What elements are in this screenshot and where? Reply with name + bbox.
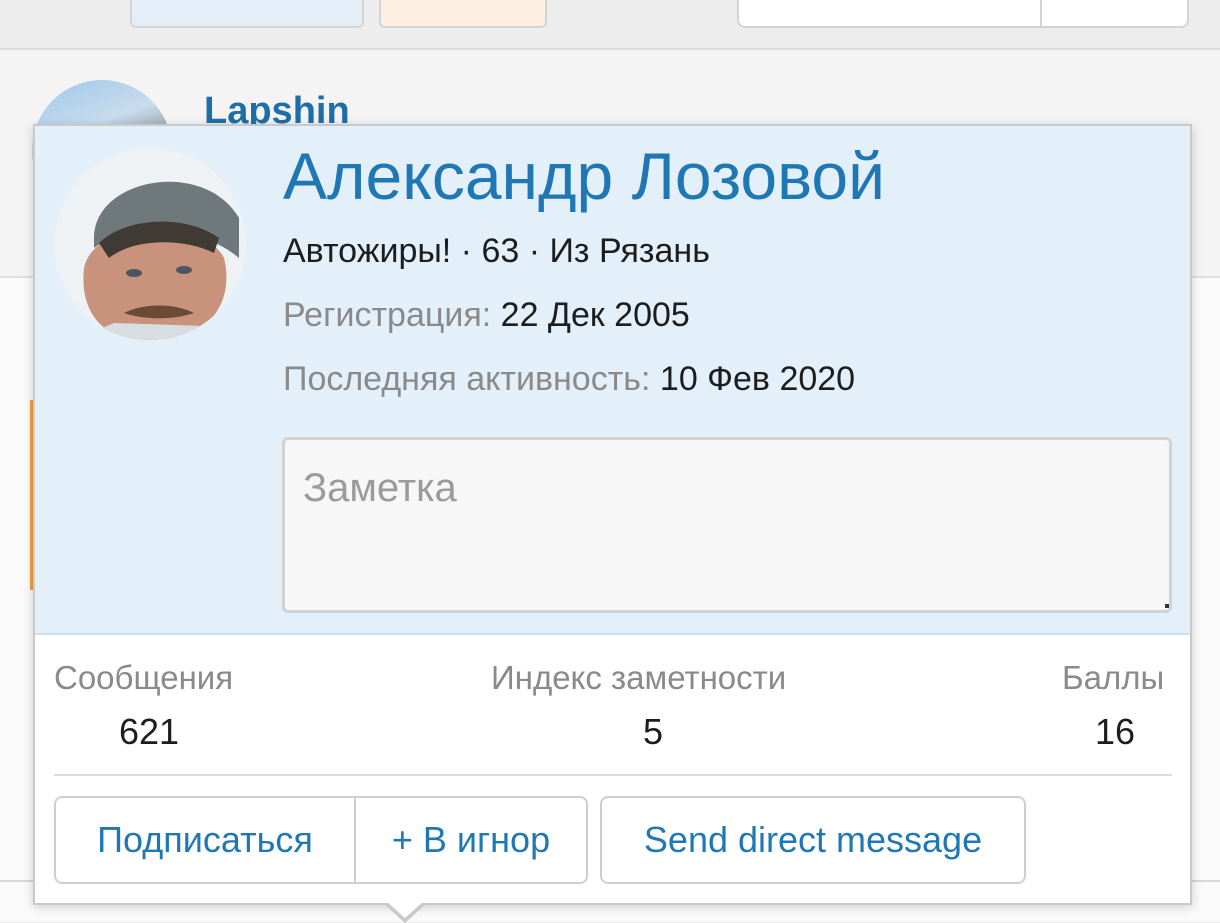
toolbar-button-primary[interactable]: [130, 0, 364, 28]
registration-value: 22 Дек 2005: [500, 296, 690, 334]
search-divider: [1040, 0, 1042, 28]
note-input[interactable]: [282, 437, 1172, 613]
member-name[interactable]: Александр Лозовой: [283, 138, 885, 214]
stat-points-label: Баллы: [1062, 659, 1165, 696]
actions-divider: [54, 774, 1172, 776]
stat-posts-label: Сообщения: [54, 659, 234, 696]
member-header: Александр Лозовой Автожиры! · 63 · Из Ря…: [35, 126, 1190, 635]
member-tooltip-card: Александр Лозовой Автожиры! · 63 · Из Ря…: [33, 124, 1192, 905]
toolbar-button-secondary[interactable]: [379, 0, 547, 28]
tooltip-arrow: [385, 900, 425, 918]
stat-index-value: 5: [643, 711, 664, 752]
member-last-activity: Последняя активность: 10 Фев 2020: [283, 360, 855, 399]
last-activity-value: 10 Фев 2020: [659, 360, 856, 398]
member-registration: Регистрация: 22 Дек 2005: [283, 296, 690, 335]
member-stats: Сообщения 621 Индекс заметности 5 Баллы …: [35, 635, 1190, 775]
stat-index-label: Индекс заметности: [491, 659, 787, 696]
stat-posts-value[interactable]: 621: [119, 711, 179, 753]
last-activity-label: Последняя активность:: [283, 360, 651, 398]
registration-label: Регистрация:: [283, 296, 492, 334]
user-photo-icon: [54, 148, 246, 340]
member-avatar[interactable]: [54, 148, 246, 340]
send-message-button[interactable]: Send direct message: [600, 796, 1026, 884]
follow-button[interactable]: Подписаться: [54, 796, 356, 884]
ignore-button[interactable]: + В игнор: [354, 796, 588, 884]
resize-grip-icon[interactable]: [1165, 604, 1169, 608]
search-box[interactable]: [737, 0, 1189, 28]
top-toolbar: [0, 0, 1220, 50]
stat-points-value: 16: [1095, 711, 1136, 752]
member-title-line: Автожиры! · 63 · Из Рязань: [283, 232, 710, 270]
